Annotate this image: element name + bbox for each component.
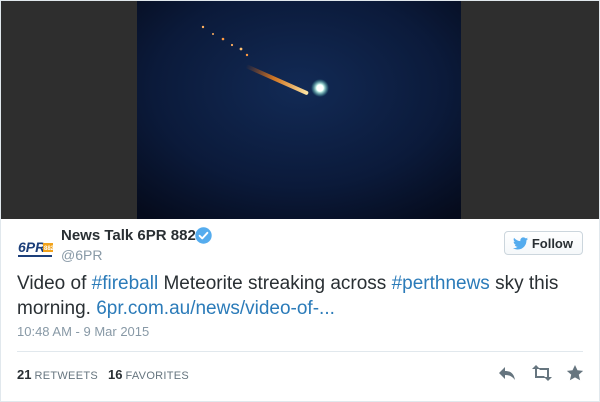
user-handle[interactable]: @6PR	[61, 247, 102, 263]
favorites-stat[interactable]: 16 FAVORITES	[108, 367, 189, 382]
tweet-text-segment: Video of	[17, 273, 92, 294]
avatar-sub-text: 882	[44, 246, 53, 252]
tweet-text: Video of #fireball Meteorite streaking a…	[17, 271, 577, 321]
favorites-count: 16	[107, 367, 123, 382]
tweet-actions	[497, 364, 585, 382]
twitter-bird-icon	[512, 236, 528, 250]
reply-icon[interactable]	[497, 364, 517, 382]
retweets-count: 21	[17, 367, 32, 382]
avatar-logo-text: 6PR	[18, 239, 46, 255]
favorites-label: FAVORITES	[125, 370, 190, 382]
divider	[17, 351, 583, 352]
retweets-stat[interactable]: 21 RETWEETS	[17, 367, 98, 382]
tweet-text-segment: Meteorite streaking across	[158, 273, 392, 294]
meteor-image	[137, 1, 461, 219]
tweet-link[interactable]: 6pr.com.au/news/video-of-...	[96, 298, 335, 319]
follow-button[interactable]: Follow	[503, 231, 583, 255]
display-name[interactable]: News Talk 6PR 882	[61, 227, 196, 244]
avatar[interactable]: 6PR 882	[17, 231, 55, 267]
tweet-header: 6PR 882 News Talk 6PR 882 @6PR Follow	[17, 225, 585, 269]
tweet-card: 6PR 882 News Talk 6PR 882 @6PR Follow Vi…	[0, 0, 600, 402]
retweet-icon[interactable]	[531, 364, 552, 382]
hashtag-fireball[interactable]: #fireball	[92, 273, 159, 294]
tweet-stats: 21 RETWEETS 16 FAVORITES	[17, 367, 189, 382]
follow-button-label: Follow	[531, 235, 573, 251]
hashtag-perthnews[interactable]: #perthnews	[392, 273, 490, 294]
retweets-label: RETWEETS	[34, 370, 98, 382]
video-still[interactable]	[137, 1, 461, 219]
timestamp[interactable]: 10:48 AM - 9 Mar 2015	[17, 324, 149, 339]
favorite-star-icon[interactable]	[565, 364, 585, 382]
verified-badge-icon	[195, 227, 212, 244]
media-container	[1, 1, 599, 219]
